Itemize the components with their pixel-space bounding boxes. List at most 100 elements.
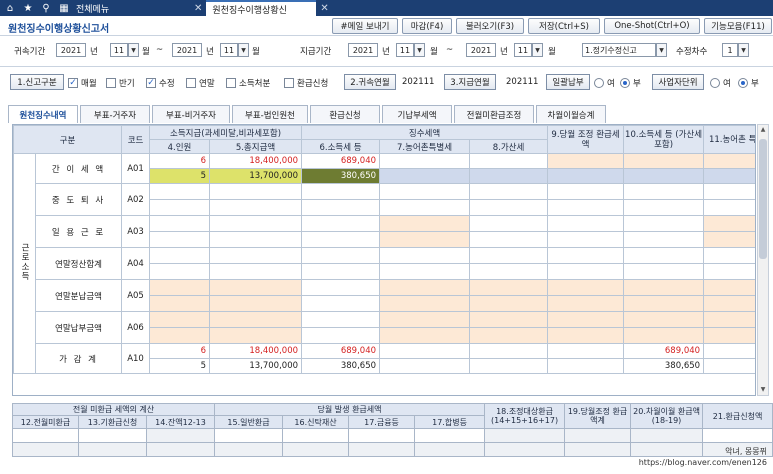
cell[interactable] (149, 199, 211, 216)
cell[interactable] (379, 311, 471, 328)
tab-prev-refund-adjust[interactable]: 전월미환급조정 (454, 105, 534, 123)
cell[interactable] (149, 327, 211, 344)
cell-people[interactable]: 5 (149, 168, 211, 184)
cell[interactable] (547, 199, 625, 216)
lump-sum-button[interactable]: 일괄납부 (546, 74, 590, 90)
cell[interactable] (209, 311, 303, 328)
tab-resident-annex[interactable]: 부표-거주자 (80, 105, 150, 123)
chevron-down-icon[interactable]: ▼ (532, 43, 543, 57)
cell[interactable] (301, 279, 381, 296)
tab-refund-apply[interactable]: 환급신청 (310, 105, 380, 123)
report-kind-button[interactable]: 1.신고구분 (10, 74, 64, 90)
cell[interactable] (379, 153, 471, 169)
pay-from-year-input[interactable]: 2021 (348, 43, 378, 57)
cell[interactable] (623, 263, 705, 280)
cell[interactable] (301, 231, 381, 248)
cell[interactable] (623, 279, 705, 296)
cell[interactable] (149, 215, 211, 232)
chevron-down-icon[interactable]: ▼ (738, 43, 749, 57)
cell[interactable] (547, 215, 625, 232)
belong-ym-button[interactable]: 2.귀속연월 (344, 74, 396, 90)
cell[interactable] (703, 215, 755, 232)
cell[interactable] (547, 311, 625, 328)
cell-people[interactable]: 6 (149, 153, 211, 169)
cell[interactable] (301, 263, 381, 280)
chevron-down-icon[interactable]: ▼ (238, 43, 249, 57)
business-unit-no-radio[interactable] (738, 78, 748, 88)
cell[interactable] (149, 279, 211, 296)
amend-checkbox[interactable]: ✓ (146, 78, 156, 88)
cell[interactable] (209, 295, 303, 312)
cell[interactable] (547, 183, 625, 200)
function-menu-button[interactable]: 기능모음(F11) (704, 18, 772, 34)
cell[interactable] (12, 428, 79, 443)
cell[interactable] (547, 153, 625, 169)
search-icon[interactable]: ⚲ (40, 3, 52, 14)
cell[interactable] (209, 279, 303, 296)
cell[interactable] (703, 279, 755, 296)
cell[interactable] (703, 311, 755, 328)
cell[interactable] (149, 263, 211, 280)
cell[interactable] (703, 199, 755, 216)
cell[interactable] (623, 327, 705, 344)
report-type-select[interactable]: 1.정기수정신고 (582, 43, 656, 57)
cell[interactable] (702, 428, 773, 443)
cell[interactable] (348, 428, 416, 443)
cell[interactable] (547, 295, 625, 312)
cell[interactable] (149, 231, 211, 248)
cell[interactable] (623, 215, 705, 232)
cell[interactable] (78, 428, 147, 443)
cell[interactable] (301, 199, 381, 216)
belong-from-year-input[interactable]: 2021 (56, 43, 86, 57)
cell[interactable] (379, 247, 471, 264)
cell[interactable] (623, 247, 705, 264)
close-icon[interactable]: ✕ (190, 0, 206, 16)
cell[interactable] (469, 168, 549, 184)
close-deadline-button[interactable]: 마감(F4) (402, 18, 452, 34)
cell[interactable] (379, 215, 471, 232)
cell[interactable] (469, 153, 549, 169)
cell[interactable] (209, 199, 303, 216)
cell[interactable] (623, 168, 705, 184)
revision-select[interactable]: 1 (722, 43, 738, 57)
tab-nonresident-annex[interactable]: 부표-비거주자 (152, 105, 230, 123)
cell[interactable] (414, 428, 486, 443)
cell[interactable] (149, 183, 211, 200)
cell[interactable] (214, 428, 284, 443)
load-button[interactable]: 불러오기(F3) (456, 18, 524, 34)
home-icon[interactable]: ⌂ (4, 3, 16, 14)
cell[interactable] (623, 231, 705, 248)
cell[interactable] (301, 247, 381, 264)
cell[interactable] (209, 231, 303, 248)
pay-to-year-input[interactable]: 2021 (466, 43, 496, 57)
cell[interactable] (469, 199, 549, 216)
tab-carryover[interactable]: 차월이월승계 (536, 105, 606, 123)
cell[interactable] (209, 215, 303, 232)
cell[interactable] (703, 295, 755, 312)
pay-from-month-input[interactable]: 11 (396, 43, 414, 57)
cell[interactable] (703, 231, 755, 248)
cell[interactable] (209, 263, 303, 280)
scrollbar-thumb[interactable] (759, 139, 767, 259)
cell[interactable] (379, 263, 471, 280)
cell[interactable] (209, 247, 303, 264)
cell[interactable] (703, 327, 755, 344)
cell[interactable] (149, 295, 211, 312)
cell[interactable] (623, 183, 705, 200)
belong-from-month-input[interactable]: 11 (110, 43, 128, 57)
cell[interactable] (469, 263, 549, 280)
cell[interactable] (547, 231, 625, 248)
save-button[interactable]: 저장(Ctrl+S) (528, 18, 600, 34)
chevron-down-icon[interactable]: ▼ (758, 385, 768, 395)
monthly-checkbox[interactable]: ✓ (68, 78, 78, 88)
grid-scrollbar[interactable]: ▲ ▼ (757, 124, 769, 396)
cell[interactable] (379, 295, 471, 312)
cell[interactable] (379, 199, 471, 216)
cell[interactable] (703, 247, 755, 264)
belong-to-year-input[interactable]: 2021 (172, 43, 202, 57)
cell[interactable] (469, 215, 549, 232)
cell[interactable] (469, 295, 549, 312)
star-icon[interactable]: ★ (22, 3, 34, 14)
business-unit-yes-radio[interactable] (710, 78, 720, 88)
cell[interactable] (469, 247, 549, 264)
